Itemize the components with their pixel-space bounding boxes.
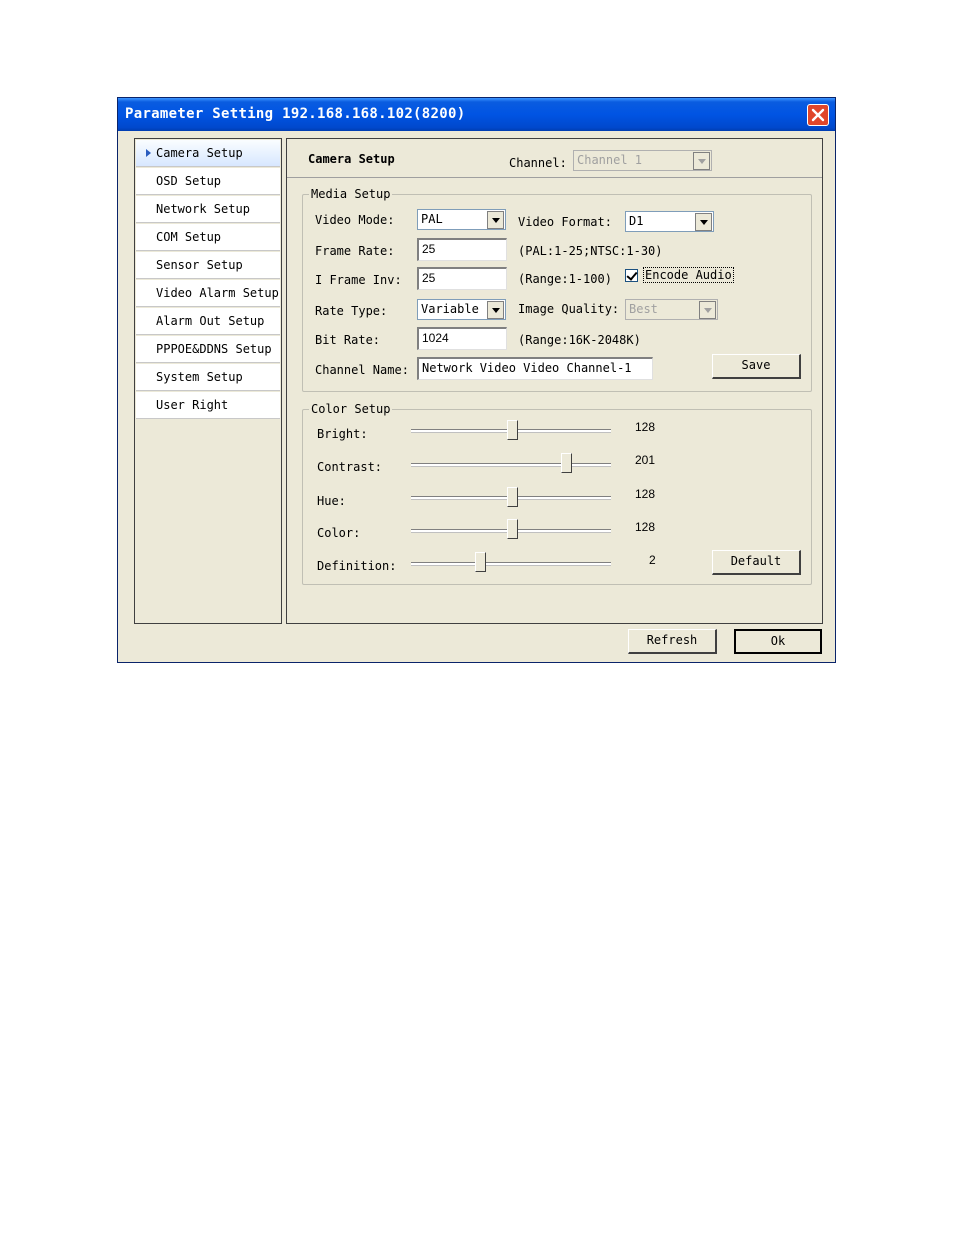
sidebar-item-alarm-out-setup[interactable]: Alarm Out Setup <box>136 308 280 335</box>
chevron-down-icon <box>487 211 504 229</box>
color-value: 128 <box>635 520 656 534</box>
video-format-select[interactable]: D1 <box>625 211 714 232</box>
rate-type-label: Rate Type: <box>315 304 388 318</box>
frame-rate-label: Frame Rate: <box>315 244 395 258</box>
hue-value: 128 <box>635 487 656 501</box>
sidebar-item-osd-setup[interactable]: OSD Setup <box>136 168 280 195</box>
media-setup-legend: Media Setup <box>309 187 393 201</box>
sidebar-item-label: Alarm Out Setup <box>156 314 265 328</box>
hue-label: Hue: <box>317 494 346 508</box>
sidebar-item-label: Video Alarm Setup <box>156 286 279 300</box>
image-quality-select[interactable]: Best <box>625 299 718 320</box>
contrast-slider-track <box>411 463 611 466</box>
definition-value: 2 <box>649 553 656 567</box>
image-quality-value: Best <box>629 302 658 316</box>
color-setup-group: Color Setup Bright: 128 Contrast: 201 Hu… <box>302 402 812 585</box>
bright-value: 128 <box>635 420 656 434</box>
sidebar-item-label: OSD Setup <box>156 174 222 188</box>
divider <box>287 177 822 178</box>
bright-label: Bright: <box>317 427 368 441</box>
video-format-label: Video Format: <box>518 215 612 229</box>
rate-type-value: Variable <box>421 302 479 316</box>
selected-arrow-icon <box>146 149 151 157</box>
window-title: Parameter Setting 192.168.168.102(8200) <box>125 106 466 122</box>
iframe-inv-input[interactable]: 25 <box>417 267 507 290</box>
media-setup-group: Media Setup Video Mode: PAL Video Format… <box>302 187 812 392</box>
sidebar-item-label: Sensor Setup <box>156 258 243 272</box>
bit-rate-hint: (Range:16K-2048K) <box>518 333 641 347</box>
color-label: Color: <box>317 526 361 540</box>
encode-audio-label[interactable]: Encode Audio <box>643 267 734 283</box>
video-mode-label: Video Mode: <box>315 213 395 227</box>
sidebar-item-label: COM Setup <box>156 230 222 244</box>
close-icon <box>811 108 825 122</box>
close-button[interactable] <box>807 104 829 126</box>
ok-button[interactable]: Ok <box>734 629 822 654</box>
encode-audio-checkbox[interactable] <box>625 269 638 282</box>
sidebar-item-system-setup[interactable]: System Setup <box>136 364 280 391</box>
parameter-setting-dialog: Parameter Setting 192.168.168.102(8200) … <box>117 97 836 663</box>
sidebar-item-label: System Setup <box>156 370 243 384</box>
bit-rate-label: Bit Rate: <box>315 333 381 347</box>
video-mode-select[interactable]: PAL <box>417 209 506 230</box>
chevron-down-icon <box>693 152 710 170</box>
sidebar-item-label: Network Setup <box>156 202 250 216</box>
channel-name-label: Channel Name: <box>315 363 409 377</box>
hue-slider-thumb[interactable] <box>507 487 518 507</box>
iframe-inv-label: I Frame Inv: <box>315 273 402 287</box>
video-mode-value: PAL <box>421 212 443 226</box>
video-format-value: D1 <box>629 214 644 228</box>
definition-label: Definition: <box>317 559 397 573</box>
chevron-down-icon <box>487 301 504 319</box>
contrast-label: Contrast: <box>317 460 383 474</box>
refresh-button[interactable]: Refresh <box>628 629 717 654</box>
sidebar-item-camera-setup[interactable]: Camera Setup <box>136 140 280 167</box>
save-button[interactable]: Save <box>712 354 801 379</box>
chevron-down-icon <box>695 213 712 231</box>
default-button[interactable]: Default <box>712 550 801 575</box>
bright-slider-thumb[interactable] <box>507 420 518 440</box>
sidebar-item-video-alarm-setup[interactable]: Video Alarm Setup <box>136 280 280 307</box>
image-quality-label: Image Quality: <box>518 302 620 316</box>
sidebar-item-label: User Right <box>156 398 229 412</box>
chevron-down-icon <box>699 301 716 319</box>
sidebar-item-com-setup[interactable]: COM Setup <box>136 224 280 251</box>
frame-rate-input[interactable]: 25 <box>417 238 507 261</box>
definition-slider-thumb[interactable] <box>475 552 486 572</box>
rate-type-select[interactable]: Variable <box>417 299 506 320</box>
color-slider-thumb[interactable] <box>507 519 518 539</box>
camera-setup-panel: Camera Setup Channel: Channel 1 Media Se… <box>286 138 823 624</box>
channel-select-value: Channel 1 <box>577 153 643 167</box>
frame-rate-hint: (PAL:1-25;NTSC:1-30) <box>518 244 663 258</box>
sidebar-item-pppoe-ddns-setup[interactable]: PPPOE&DDNS Setup <box>136 336 280 363</box>
bit-rate-input[interactable]: 1024 <box>417 327 507 350</box>
sidebar-item-label: PPPOE&DDNS Setup <box>156 342 272 356</box>
title-bar[interactable]: Parameter Setting 192.168.168.102(8200) <box>118 98 835 131</box>
sidebar-item-user-right[interactable]: User Right <box>136 392 280 419</box>
sidebar-item-label: Camera Setup <box>156 146 243 160</box>
contrast-slider-thumb[interactable] <box>561 453 572 473</box>
sidebar-item-network-setup[interactable]: Network Setup <box>136 196 280 223</box>
page-title: Camera Setup <box>308 152 395 166</box>
iframe-inv-hint: (Range:1-100) <box>518 272 612 286</box>
color-setup-legend: Color Setup <box>309 402 393 416</box>
channel-select[interactable]: Channel 1 <box>573 150 712 171</box>
definition-slider-track <box>411 562 611 565</box>
sidebar-item-sensor-setup[interactable]: Sensor Setup <box>136 252 280 279</box>
contrast-value: 201 <box>635 453 656 467</box>
settings-sidebar: Camera Setup OSD Setup Network Setup COM… <box>134 138 282 624</box>
channel-label: Channel: <box>509 156 567 170</box>
channel-name-input[interactable]: Network Video Video Channel-1 <box>417 357 653 380</box>
